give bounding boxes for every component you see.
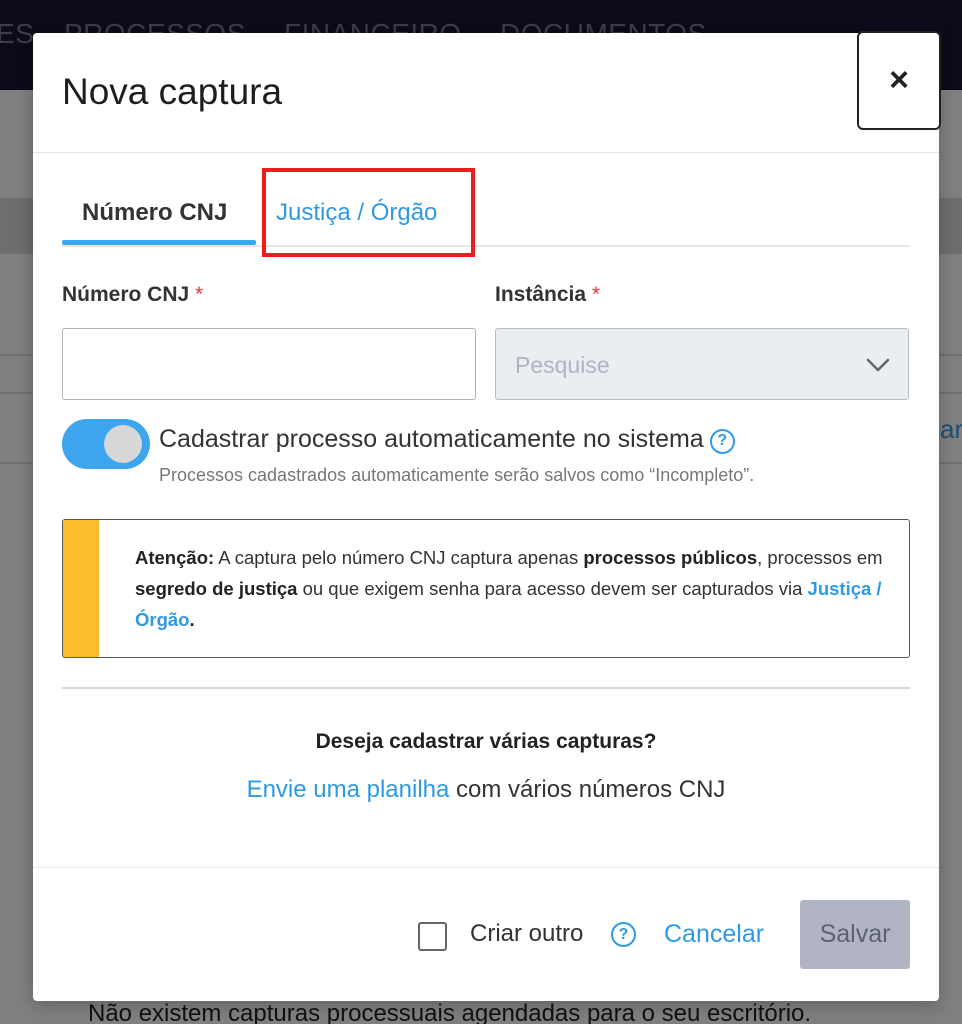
multiple-captures-title: Deseja cadastrar várias capturas?	[315, 730, 657, 753]
alert-bold-secret: segredo de justiça	[135, 578, 298, 599]
numero-cnj-label: Número CNJ *	[62, 283, 203, 307]
alert-suffix: .	[189, 609, 195, 630]
auto-register-label: Cadastrar processo automaticamente no si…	[159, 425, 735, 454]
numero-cnj-input[interactable]	[62, 328, 476, 400]
close-button[interactable]: ×	[857, 31, 941, 130]
alert-text: ou que exigem senha para acesso devem se…	[297, 578, 808, 599]
instancia-label-text: Instância	[495, 283, 587, 306]
alert-accent-bar	[63, 520, 99, 657]
help-icon[interactable]: ?	[709, 428, 735, 454]
attention-alert: Atenção: A captura pelo número CNJ captu…	[62, 519, 910, 658]
auto-register-label-text: Cadastrar processo automaticamente no si…	[159, 425, 704, 453]
instancia-select[interactable]: Pesquise	[495, 328, 909, 400]
chevron-down-icon	[866, 358, 890, 372]
alert-prefix: Atenção:	[135, 547, 215, 568]
alert-bold-public: processos públicos	[583, 547, 758, 568]
instancia-label: Instância *	[495, 283, 600, 307]
help-icon[interactable]: ?	[611, 922, 636, 947]
section-divider	[62, 687, 910, 689]
highlight-annotation	[262, 168, 475, 257]
nova-captura-modal: Nova captura × Número CNJ Justiça / Órgã…	[33, 31, 941, 1001]
tab-bar: Número CNJ Justiça / Órgão	[62, 171, 910, 247]
instancia-placeholder: Pesquise	[515, 352, 610, 378]
multiple-captures-line: Envie uma planilha com vários números CN…	[33, 776, 939, 804]
toggle-knob	[104, 425, 142, 463]
tab-numero-cnj[interactable]: Número CNJ	[82, 199, 227, 227]
cancel-button[interactable]: Cancelar	[664, 920, 764, 949]
empty-state-message: Não existem capturas processuais agendad…	[88, 1000, 812, 1024]
auto-register-toggle[interactable]	[62, 419, 150, 469]
upload-spreadsheet-link[interactable]: Envie uma planilha	[247, 776, 450, 803]
modal-header: Nova captura ×	[33, 31, 941, 153]
alert-text: A captura pelo número CNJ captura apenas	[214, 547, 584, 568]
nav-item-partial[interactable]: ES	[0, 18, 34, 50]
auto-register-hint: Processos cadastrados automaticamente se…	[159, 465, 755, 485]
criar-outro-checkbox[interactable]	[418, 922, 447, 951]
background-link-fragment: ar	[940, 414, 962, 444]
required-mark: *	[195, 283, 204, 306]
multiple-captures-text: com vários números CNJ	[449, 776, 726, 803]
active-tab-indicator	[62, 240, 256, 245]
alert-text: , processos em	[757, 547, 883, 568]
close-icon: ×	[889, 61, 909, 99]
numero-cnj-label-text: Número CNJ	[62, 283, 190, 306]
criar-outro-label[interactable]: Criar outro	[470, 920, 583, 948]
required-mark: *	[591, 283, 601, 306]
modal-title: Nova captura	[62, 71, 283, 112]
footer-divider	[33, 867, 939, 868]
save-button[interactable]: Salvar	[800, 900, 910, 969]
alert-message: Atenção: A captura pelo número CNJ captu…	[135, 542, 885, 635]
